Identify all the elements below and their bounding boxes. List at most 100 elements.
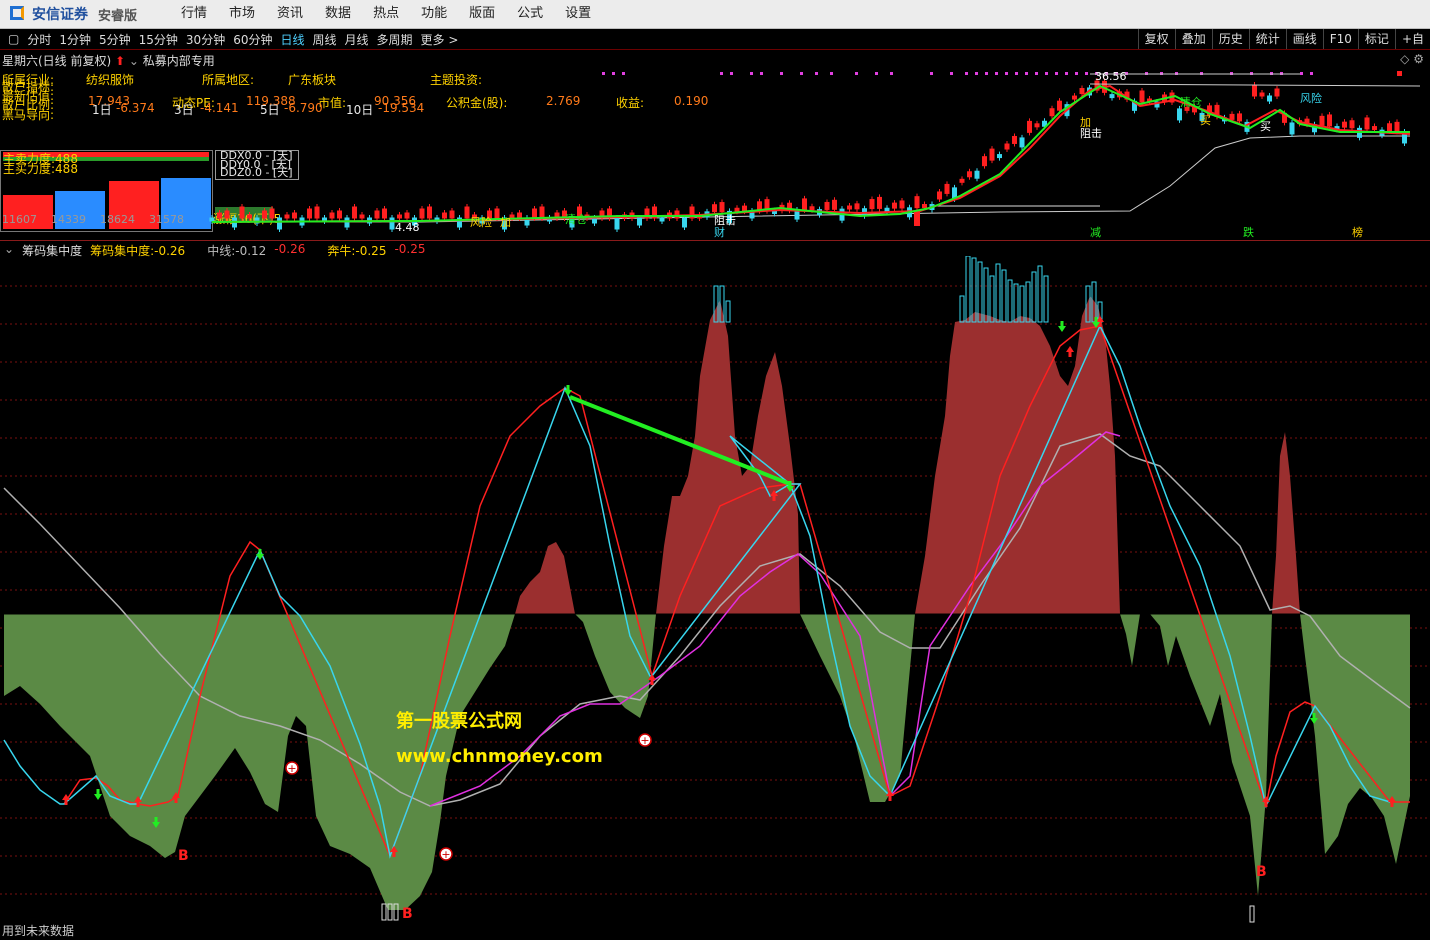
- buy-signal-b: B: [178, 848, 189, 864]
- watermark-title: 第一股票公式网: [396, 710, 522, 732]
- restore-rights-button[interactable]: 复权: [1137, 29, 1175, 49]
- kline-chart[interactable]: 36.56 4.48 加 风险 清仓 阻击 买 财 减 跌 榜 加 风险 清仓 …: [0, 66, 1430, 240]
- signal-dot: [1015, 72, 1018, 75]
- histogram-bar: [959, 295, 965, 323]
- menu-item-news[interactable]: 资讯: [266, 0, 314, 28]
- panel-separator: [0, 240, 1430, 241]
- panel-controls: ◇ ⚙: [1400, 52, 1424, 66]
- signal-dot: [985, 72, 988, 75]
- history-button[interactable]: 历史: [1211, 29, 1249, 49]
- period-1min[interactable]: 1分钟: [55, 31, 95, 48]
- signal-dot: [780, 72, 783, 75]
- logo-text: 安信证券: [32, 7, 88, 23]
- signal-dot: [760, 72, 763, 75]
- signal-dot: [815, 72, 818, 75]
- signal-dot: [830, 72, 833, 75]
- signal-dot: [1005, 72, 1008, 75]
- signal-dot: [1075, 72, 1078, 75]
- period-weekly[interactable]: 周线: [309, 31, 341, 48]
- svg-text:+: +: [287, 762, 296, 775]
- period-15min[interactable]: 15分钟: [135, 31, 182, 48]
- menu-item-formula[interactable]: 公式: [506, 0, 554, 28]
- svg-text:+: +: [640, 734, 649, 747]
- overlay-button[interactable]: 叠加: [1174, 29, 1212, 49]
- signal-dot: [750, 72, 753, 75]
- signal-dot: [1025, 72, 1028, 75]
- histogram-bar: [989, 275, 995, 323]
- period-toolbar: ▢ 分时 1分钟 5分钟 15分钟 30分钟 60分钟 日线 周线 月线 多周期…: [0, 29, 1430, 50]
- period-30min[interactable]: 30分钟: [182, 31, 229, 48]
- f10-button[interactable]: F10: [1322, 29, 1358, 49]
- settings-icon[interactable]: ⚙: [1413, 52, 1424, 66]
- period-intraday[interactable]: 分时: [23, 31, 55, 48]
- histogram-bar: [1031, 271, 1037, 323]
- kline-marker-9: 榜: [1352, 225, 1363, 239]
- broker-logo-icon: [8, 4, 28, 24]
- signal-dot: [1045, 72, 1048, 75]
- kline-marker-6: 财: [714, 225, 725, 239]
- signal-dot: [800, 72, 803, 75]
- period-more[interactable]: 更多 >: [417, 31, 463, 48]
- indicator-chart[interactable]: + + + B B B 第一股票公式网 www.chnmoney.com: [0, 256, 1430, 924]
- kline-marker-7: 减: [1090, 226, 1101, 239]
- ma-line-red: [211, 84, 1411, 223]
- signal-dot: [622, 72, 625, 75]
- zoom-icon[interactable]: ◇: [1400, 52, 1409, 66]
- signal-dot: [730, 72, 733, 75]
- menu-item-data[interactable]: 数据: [314, 0, 362, 28]
- signal-dot: [1397, 71, 1402, 76]
- mark-button[interactable]: 标记: [1357, 29, 1395, 49]
- period-5min[interactable]: 5分钟: [95, 31, 135, 48]
- histogram-bar: [1013, 283, 1019, 323]
- histogram-bar: [965, 256, 971, 323]
- histogram-bar: [1025, 281, 1031, 323]
- signal-dot: [930, 72, 933, 75]
- menu-bar: 安信证券 安睿版 行情 市场 资讯 数据 热点 功能 版面 公式 设置: [0, 0, 1430, 29]
- signal-dot: [1310, 72, 1313, 75]
- candlesticks: [209, 78, 1407, 232]
- signal-dot: [1085, 72, 1088, 75]
- histogram-bar: [381, 903, 387, 921]
- green-area: [4, 614, 1410, 910]
- plus-circle-icon: +: [638, 733, 652, 747]
- custom-button[interactable]: +自: [1394, 29, 1430, 49]
- kline-marker-14: 买: [1200, 114, 1211, 127]
- statistics-button[interactable]: 统计: [1248, 29, 1286, 49]
- menu-item-market-overview[interactable]: 市场: [218, 0, 266, 28]
- max-price-label: 36.56: [1095, 70, 1127, 83]
- signal-dot: [1035, 72, 1038, 75]
- menu-item-function[interactable]: 功能: [410, 0, 458, 28]
- kline-marker-8: 跌: [1243, 225, 1254, 239]
- app-logo: 安信证券 安睿版: [8, 4, 137, 24]
- panel-toggle-icon[interactable]: ▢: [4, 32, 23, 46]
- period-daily[interactable]: 日线: [276, 31, 308, 48]
- edition-label: 安睿版: [98, 8, 138, 24]
- menu-item-market[interactable]: 行情: [170, 0, 218, 28]
- arrow-up-icon: [1066, 346, 1074, 357]
- arrow-down-icon: [94, 789, 102, 800]
- signal-dot: [720, 72, 723, 75]
- signal-dot: [995, 72, 998, 75]
- buy-signal-b: B: [1256, 864, 1267, 880]
- period-60min[interactable]: 60分钟: [229, 31, 276, 48]
- menu-item-layout[interactable]: 版面: [458, 0, 506, 28]
- plus-circle-icon: +: [439, 847, 453, 861]
- red-area: [515, 296, 1300, 614]
- draw-line-button[interactable]: 画线: [1285, 29, 1323, 49]
- kline-marker-12: 清仓: [1180, 95, 1202, 109]
- watermark-url: www.chnmoney.com: [396, 746, 603, 767]
- signal-dot: [1065, 72, 1068, 75]
- menu-item-hot[interactable]: 热点: [362, 0, 410, 28]
- period-multi[interactable]: 多周期: [373, 31, 417, 48]
- histogram-bar: [983, 267, 989, 323]
- signal-dot: [950, 72, 953, 75]
- kline-marker-3: 清仓: [565, 212, 587, 226]
- histogram-bar: [1001, 269, 1007, 323]
- signal-dot: [890, 72, 893, 75]
- kline-marker-2: 风险: [470, 215, 492, 229]
- period-monthly[interactable]: 月线: [341, 31, 373, 48]
- signal-dot: [602, 72, 605, 75]
- kline-marker-11: 风险: [1300, 91, 1322, 105]
- menu-item-settings[interactable]: 设置: [554, 0, 602, 28]
- signal-dot: [975, 72, 978, 75]
